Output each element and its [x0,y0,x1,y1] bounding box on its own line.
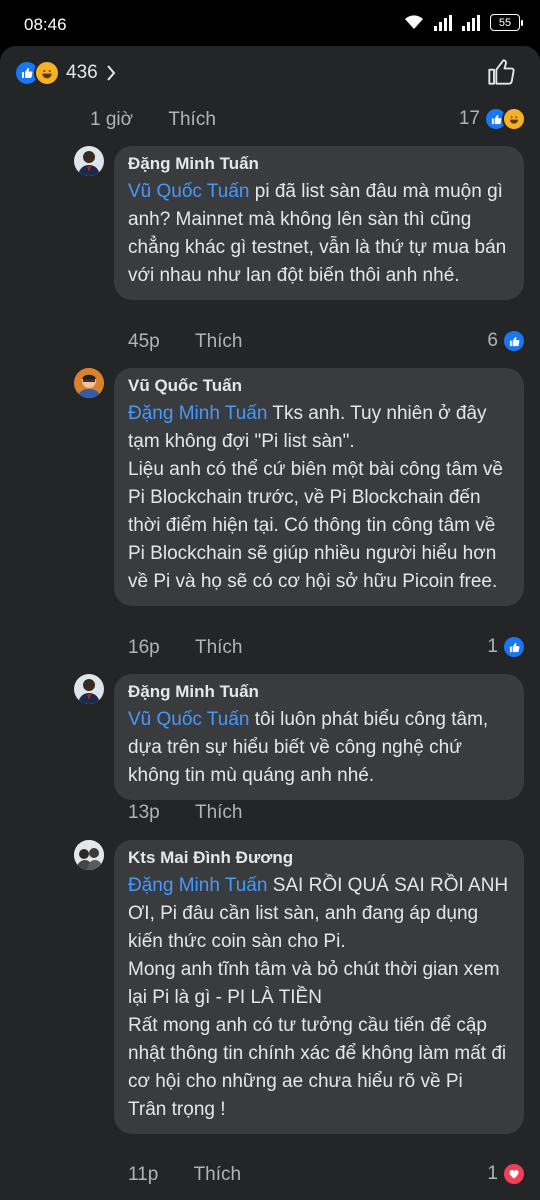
comment-text: Vũ Quốc Tuấn tôi luôn phát biểu công tâm… [128,706,510,790]
status-time: 08:46 [24,15,67,34]
comment-time: 11p [128,1164,159,1185]
wifi-icon [405,14,423,29]
status-bar: 08:46 55 [0,0,540,46]
comment-time: 13p [128,802,160,823]
battery-icon: 55 [490,14,523,31]
reactions-summary[interactable]: 436 [14,60,116,86]
reply-meta: 11p Thích [128,1164,241,1186]
haha-reaction-icon [502,107,526,131]
comment-author[interactable]: Vũ Quốc Tuấn [128,376,510,396]
status-icons: 55 [404,14,523,31]
comment-author[interactable]: Kts Mai Đình Đương [128,848,510,868]
comment-bubble: Đặng Minh Tuấn Vũ Quốc Tuấn pi đã list s… [114,146,524,300]
comment-time: 16p [128,637,160,658]
reply-reaction-count[interactable]: 6 [487,329,526,353]
comment-bubble: Kts Mai Đình Đương Đặng Minh Tuấn SAI RỒ… [114,840,524,1134]
parent-reaction-number: 17 [458,108,480,129]
signal-icon [434,14,452,31]
heart-reaction-icon [502,1162,526,1186]
mention-link[interactable]: Đặng Minh Tuấn [128,875,267,896]
reactions-total: 436 [66,62,98,83]
comment-author[interactable]: Đặng Minh Tuấn [128,154,510,174]
chevron-right-icon [106,65,116,81]
comment-time: 45p [128,331,160,352]
comment-text: Vũ Quốc Tuấn pi đã list sàn đâu mà muộn … [128,178,510,290]
comment-bubble: Đặng Minh Tuấn Vũ Quốc Tuấn tôi luôn phá… [114,674,524,800]
parent-comment-meta: 1 giờ Thích [90,109,216,131]
mention-link[interactable]: Vũ Quốc Tuấn [128,709,249,730]
comment-author[interactable]: Đặng Minh Tuấn [128,682,510,702]
signal-icon-2 [462,14,480,31]
like-icon[interactable] [486,58,516,86]
reply-comment: Kts Mai Đình Đương Đặng Minh Tuấn SAI RỒ… [74,840,524,1134]
battery-level: 55 [498,17,512,29]
haha-reaction-icon [34,60,60,86]
like-button[interactable]: Thích [194,1164,242,1186]
comment-text: Đặng Minh Tuấn Tks anh. Tuy nhiên ở đây … [128,400,510,596]
comment-bubble: Vũ Quốc Tuấn Đặng Minh Tuấn Tks anh. Tuy… [114,368,524,606]
reply-meta: 16p Thích [128,637,243,659]
like-button[interactable]: Thích [195,802,243,824]
reply-reaction-count[interactable]: 1 [487,635,526,659]
reply-reaction-count[interactable]: 1 [487,1162,526,1186]
like-reaction-icon [502,329,526,353]
reply-meta: 45p Thích [128,331,243,353]
parent-reaction-count[interactable]: 17 [459,107,526,131]
comments-sheet: 436 1 giờ Thích 17 Đặng Minh Tuấn Vũ Quố… [0,46,540,1200]
reply-comment: Vũ Quốc Tuấn Đặng Minh Tuấn Tks anh. Tuy… [74,368,524,606]
avatar[interactable] [74,840,104,870]
like-button[interactable]: Thích [195,331,243,353]
parent-like-button[interactable]: Thích [168,109,216,131]
like-reaction-icon [502,635,526,659]
reply-comment: Đặng Minh Tuấn Vũ Quốc Tuấn pi đã list s… [74,146,524,300]
mention-link[interactable]: Vũ Quốc Tuấn [128,181,249,202]
reply-meta: 13p Thích [128,802,243,824]
avatar[interactable] [74,146,104,176]
reaction-number: 1 [487,1163,498,1184]
comment-text: Đặng Minh Tuấn SAI RỒI QUÁ SAI RỒI ANH Ơ… [128,872,510,1124]
reaction-number: 6 [487,330,498,351]
parent-comment-time: 1 giờ [90,109,134,130]
mention-link[interactable]: Đặng Minh Tuấn [128,403,267,424]
like-button[interactable]: Thích [195,637,243,659]
avatar[interactable] [74,674,104,704]
avatar[interactable] [74,368,104,398]
comment-body: SAI RỒI QUÁ SAI RỒI ANH ƠI, Pi đâu cần l… [128,875,509,1120]
comment-body: Tks anh. Tuy nhiên ở đây tạm không đợi "… [128,403,503,592]
reaction-number: 1 [487,636,498,657]
reply-comment: Đặng Minh Tuấn Vũ Quốc Tuấn tôi luôn phá… [74,674,524,800]
